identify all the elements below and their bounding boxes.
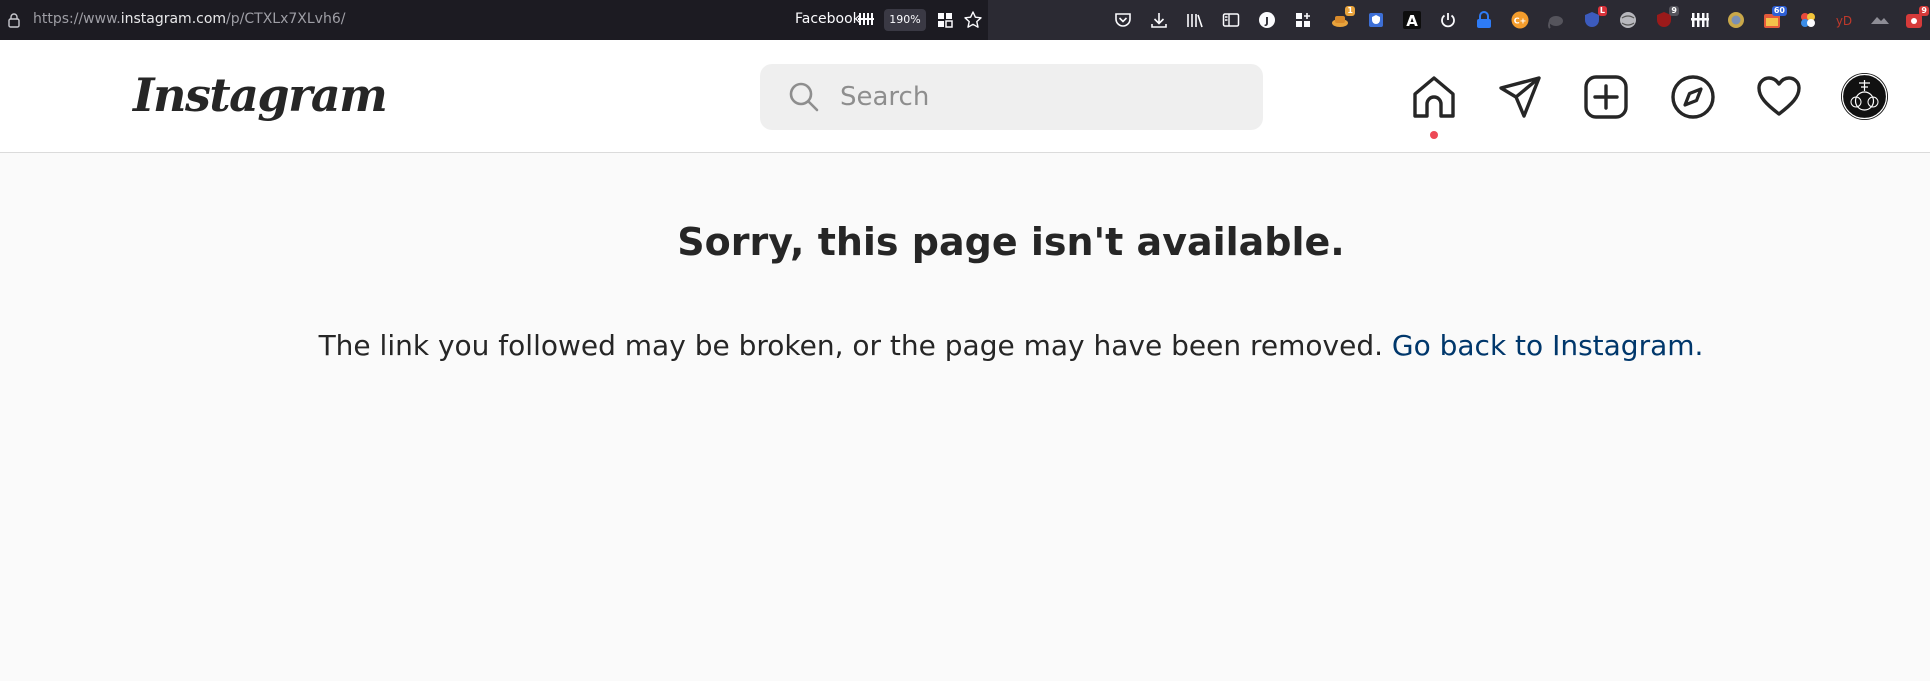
instagram-logo[interactable]: Instagram bbox=[133, 68, 388, 122]
extension-coupon-icon[interactable]: C+ bbox=[1509, 9, 1531, 31]
library-icon[interactable] bbox=[1184, 9, 1206, 31]
url-bar[interactable]: https://www.instagram.com/p/CTXLx7XLvh6/… bbox=[0, 0, 988, 40]
grid-apps-icon[interactable] bbox=[935, 10, 955, 30]
home-notification-dot bbox=[1430, 131, 1438, 139]
extension-pinwheel-icon[interactable] bbox=[1797, 9, 1819, 31]
downloads-icon[interactable] bbox=[1148, 9, 1170, 31]
search-box[interactable] bbox=[760, 64, 1263, 130]
search-icon bbox=[789, 82, 819, 112]
lock-icon[interactable] bbox=[8, 13, 20, 28]
error-message: The link you followed may be broken, or … bbox=[0, 329, 1930, 362]
go-back-link[interactable]: Go back to Instagram. bbox=[1392, 329, 1704, 362]
container-tab-icon[interactable] bbox=[858, 12, 874, 26]
extension-globe-icon[interactable] bbox=[1617, 9, 1639, 31]
extension-yd-icon[interactable]: yD bbox=[1833, 9, 1855, 31]
search-input[interactable] bbox=[840, 74, 1240, 120]
error-title: Sorry, this page isn't available. bbox=[677, 220, 1345, 264]
extension-ublock-origin-icon[interactable]: 9 bbox=[1653, 6, 1679, 31]
sidebar-icon[interactable] bbox=[1220, 9, 1242, 31]
direct-message-icon[interactable] bbox=[1497, 74, 1543, 120]
error-description: The link you followed may be broken, or … bbox=[318, 329, 1392, 362]
extension-j-icon[interactable]: J bbox=[1256, 9, 1278, 31]
extension-shield-icon[interactable] bbox=[1365, 9, 1387, 31]
svg-text:C+: C+ bbox=[1514, 17, 1527, 26]
svg-text:yD: yD bbox=[1836, 14, 1852, 28]
extension-a-icon[interactable]: A bbox=[1401, 9, 1423, 31]
extension-calendar-icon[interactable]: 60 bbox=[1761, 6, 1787, 31]
svg-text:J: J bbox=[1264, 16, 1269, 27]
instagram-header: Instagram bbox=[0, 40, 1930, 153]
extension-mountain-icon[interactable] bbox=[1869, 9, 1891, 31]
browser-toolbar: https://www.instagram.com/p/CTXLx7XLvh6/… bbox=[0, 0, 1930, 40]
extension-badge-gold-icon[interactable] bbox=[1725, 9, 1747, 31]
zoom-level-button[interactable]: 190% bbox=[884, 9, 926, 31]
explore-compass-icon[interactable] bbox=[1670, 74, 1716, 120]
pocket-icon[interactable] bbox=[1112, 9, 1134, 31]
url-text[interactable]: https://www.instagram.com/p/CTXLx7XLvh6/ bbox=[33, 11, 345, 27]
heart-icon[interactable] bbox=[1756, 74, 1802, 120]
site-chip-label[interactable]: Facebook bbox=[795, 11, 861, 27]
bookmark-star-icon[interactable] bbox=[963, 10, 983, 30]
extension-hat-icon[interactable]: 1 bbox=[1329, 6, 1355, 31]
extension-bars-icon[interactable] bbox=[1689, 9, 1711, 31]
extension-red-icon[interactable]: 9 bbox=[1903, 6, 1929, 31]
svg-text:A: A bbox=[1406, 12, 1418, 29]
extension-ublock-icon[interactable]: L bbox=[1581, 6, 1607, 31]
new-post-icon[interactable] bbox=[1583, 74, 1629, 120]
power-icon[interactable] bbox=[1437, 9, 1459, 31]
home-icon[interactable] bbox=[1411, 74, 1457, 120]
extension-grid-plus-icon[interactable] bbox=[1292, 9, 1314, 31]
extension-lock-icon[interactable] bbox=[1473, 9, 1495, 31]
profile-avatar[interactable] bbox=[1841, 73, 1888, 120]
extension-elephant-icon[interactable] bbox=[1545, 9, 1567, 31]
